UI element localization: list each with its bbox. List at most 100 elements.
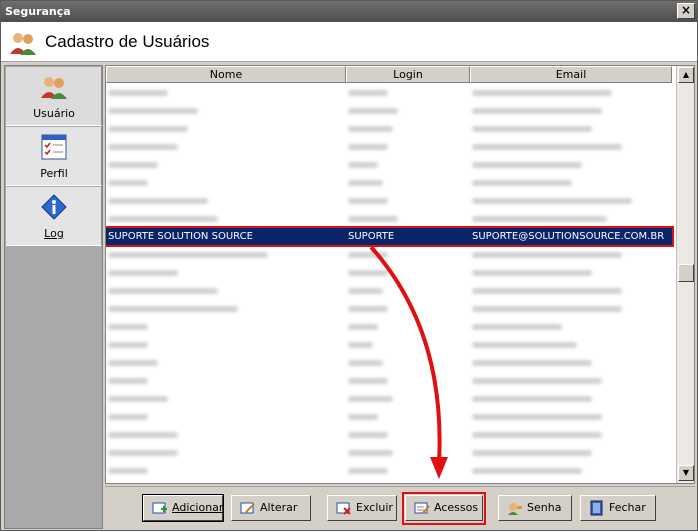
close-window-button-label: Fechar [609,501,646,514]
obscured-cell [108,180,148,186]
column-header-nome[interactable]: Nome [106,66,346,83]
table-row[interactable] [106,120,676,138]
obscured-cell [108,108,198,114]
obscured-cell [108,432,178,438]
cell-login: SUPORTE [348,231,395,242]
table-row[interactable] [106,300,676,318]
table-row[interactable] [106,462,676,480]
obscured-cell [108,90,168,96]
obscured-cell [108,144,178,150]
table-row[interactable] [106,480,676,483]
obscured-cell [348,432,388,438]
obscured-cell [108,360,158,366]
obscured-cell [472,450,592,456]
obscured-cell [472,198,632,204]
obscured-cell [348,108,398,114]
users-table: Nome Login Email SUPORTE SOLUTION SOURCE… [105,65,695,484]
table-row[interactable] [106,156,676,174]
title-bar: Segurança × [1,1,697,22]
sidebar-item-log[interactable]: Log [6,187,102,246]
obscured-cell [472,162,582,168]
obscured-cell [348,306,388,312]
window-title: Segurança [5,5,71,18]
table-row[interactable] [106,318,676,336]
table-row[interactable] [106,354,676,372]
obscured-cell [108,270,178,276]
obscured-cell [348,450,393,456]
column-header-email[interactable]: Email [470,66,672,83]
scroll-down-button[interactable]: ▼ [678,465,694,481]
obscured-cell [472,378,602,384]
table-row[interactable] [106,174,676,192]
table-row[interactable] [106,390,676,408]
sidebar-item-usuario[interactable]: Usuário [6,67,102,126]
table-row[interactable] [106,264,676,282]
obscured-cell [472,396,592,402]
obscured-cell [472,252,622,258]
obscured-cell [348,414,378,420]
table-row[interactable] [106,192,676,210]
access-button-label: Acessos [434,501,479,514]
sidebar-item-perfil[interactable]: Perfil [6,127,102,186]
table-row[interactable] [106,210,676,228]
obscured-cell [348,180,383,186]
obscured-cell [108,288,218,294]
table-row[interactable] [106,408,676,426]
obscured-cell [108,324,148,330]
table-row[interactable] [106,282,676,300]
table-row-selected[interactable]: SUPORTE SOLUTION SOURCE SUPORTE SUPORTE@… [106,226,674,247]
page-header: Cadastro de Usuários [1,22,697,62]
obscured-cell [472,324,562,330]
edit-button[interactable]: Alterar [231,495,311,521]
table-row[interactable] [106,372,676,390]
sidebar-item-label: Perfil [40,167,68,180]
obscured-cell [108,396,168,402]
obscured-cell [108,450,178,456]
close-button[interactable]: × [677,3,695,19]
edit-icon [240,502,255,514]
obscured-cell [472,288,622,294]
sidebar: Usuário Perfil Log [4,65,103,529]
access-icon [414,502,430,514]
access-button[interactable]: Acessos [405,495,483,521]
obscured-cell [348,270,388,276]
obscured-cell [108,468,148,474]
security-window: Segurança × Cadastro de Usuários Usuário… [0,0,698,531]
obscured-cell [472,306,622,312]
vertical-scrollbar[interactable]: ▲ ▼ [676,66,694,483]
delete-button[interactable]: Excluir [327,495,397,521]
obscured-cell [348,144,388,150]
add-user-icon [152,502,167,514]
obscured-cell [348,216,398,222]
table-row[interactable] [106,84,676,102]
cell-nome: SUPORTE SOLUTION SOURCE [108,231,253,242]
sidebar-item-label: Usuário [33,107,75,120]
column-header-login[interactable]: Login [346,66,470,83]
table-row[interactable] [106,102,676,120]
obscured-cell [348,288,383,294]
table-row[interactable] [106,336,676,354]
table-row[interactable] [106,444,676,462]
add-button[interactable]: Adicionar [142,494,224,522]
scroll-up-button[interactable]: ▲ [678,67,694,83]
table-row[interactable] [106,426,676,444]
obscured-cell [472,216,607,222]
obscured-cell [472,180,572,186]
password-button[interactable]: Senha [498,495,572,521]
obscured-cell [472,270,592,276]
obscured-cell [108,216,218,222]
password-icon [508,503,522,515]
obscured-cell [472,342,577,348]
action-toolbar: Adicionar Alterar Excluir Acessos Senha … [105,486,695,528]
table-row[interactable] [106,246,676,264]
obscured-cell [108,306,238,312]
table-row[interactable] [106,138,676,156]
close-window-button[interactable]: Fechar [580,495,656,521]
sidebar-item-label: Log [44,227,64,240]
scroll-thumb[interactable] [678,264,694,282]
obscured-cell [472,126,592,132]
checklist-icon [41,134,67,160]
obscured-cell [348,468,388,474]
cell-email: SUPORTE@SOLUTIONSOURCE.COM.BR [472,231,665,242]
obscured-cell [108,414,148,420]
